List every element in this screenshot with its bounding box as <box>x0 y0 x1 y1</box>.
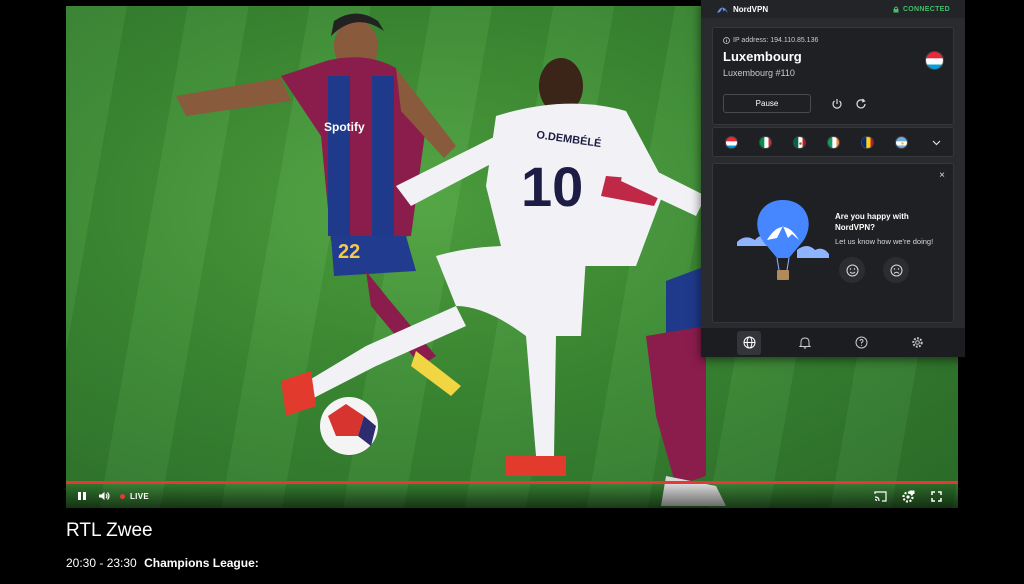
feedback-title: Are you happy with NordVPN? <box>835 212 909 232</box>
status-label: CONNECTED <box>902 5 950 13</box>
cast-icon[interactable] <box>872 488 888 504</box>
flag-italy-icon[interactable] <box>759 135 772 149</box>
connected-server: Luxembourg #110 <box>723 68 795 78</box>
connection-status: CONNECTED <box>893 6 950 13</box>
settings-icon[interactable] <box>905 331 929 355</box>
sad-face-icon[interactable] <box>883 257 909 283</box>
feedback-subtitle: Let us know how we're doing! <box>835 237 934 246</box>
brand-label: NordVPN <box>733 4 769 14</box>
feedback-card: × Are you happy with NordVPN? Let us kno… <box>712 163 954 323</box>
volume-icon[interactable] <box>96 488 112 504</box>
nordvpn-mountain-icon <box>717 7 728 13</box>
player-controls-right <box>872 488 950 504</box>
live-indicator: LIVE <box>120 492 149 501</box>
live-dot <box>120 493 125 499</box>
nordvpn-panel: NordVPN CONNECTED IP address: 194.110.85… <box>701 0 965 357</box>
program-time: 20:30 - 23:30 <box>66 556 137 570</box>
flag-romania-icon[interactable] <box>861 135 874 149</box>
flag-mexico-icon[interactable] <box>793 135 806 149</box>
flag-ireland-icon[interactable] <box>827 135 840 149</box>
nordvpn-logo: NordVPN <box>716 5 768 14</box>
fullscreen-icon[interactable] <box>928 488 944 504</box>
ip-address: IP address: 194.110.85.136 <box>733 37 819 44</box>
shirt-number-center: 10 <box>521 155 583 218</box>
pause-button[interactable]: Pause <box>723 94 811 113</box>
football <box>320 397 378 455</box>
info-icon <box>723 37 730 44</box>
sponsor-text: Spotify <box>324 120 365 134</box>
close-icon[interactable]: × <box>939 170 945 181</box>
channel-name: RTL Zwee <box>66 520 153 541</box>
page: 22 Spotify 10 O.DEMBÉLÉ LIVE RTL Zwee 20… <box>0 0 1024 584</box>
bell-icon[interactable] <box>793 331 817 355</box>
program-title: Champions League: <box>144 556 259 570</box>
pause-icon[interactable] <box>74 488 90 504</box>
connected-country: Luxembourg <box>723 49 802 64</box>
shirt-number-left: 22 <box>338 241 360 263</box>
connection-actions: Pause <box>723 94 869 113</box>
quick-connect-flags <box>712 127 954 157</box>
happy-face-icon[interactable] <box>839 257 865 283</box>
help-icon[interactable] <box>849 331 873 355</box>
vpn-bottom-nav <box>701 328 965 357</box>
chevron-down-icon[interactable] <box>932 133 941 151</box>
vpn-header: NordVPN CONNECTED <box>701 0 965 18</box>
reconnect-icon[interactable] <box>853 96 869 112</box>
settings-hd-icon[interactable] <box>900 488 916 504</box>
player-controls: LIVE <box>66 484 958 508</box>
flag-luxembourg-icon[interactable] <box>725 135 738 149</box>
ip-address-row: IP address: 194.110.85.136 <box>723 37 943 44</box>
connection-card: IP address: 194.110.85.136 Luxembourg Lu… <box>712 27 954 125</box>
live-label: LIVE <box>130 491 149 501</box>
power-icon[interactable] <box>829 96 845 112</box>
lock-icon <box>893 6 899 12</box>
nordvpn-balloon-illustration <box>737 200 829 280</box>
flag-argentina-icon[interactable] <box>895 135 908 149</box>
globe-icon[interactable] <box>737 330 761 355</box>
program-schedule: 20:30 - 23:30 Champions League: <box>66 556 259 570</box>
luxembourg-flag-icon <box>925 51 944 70</box>
